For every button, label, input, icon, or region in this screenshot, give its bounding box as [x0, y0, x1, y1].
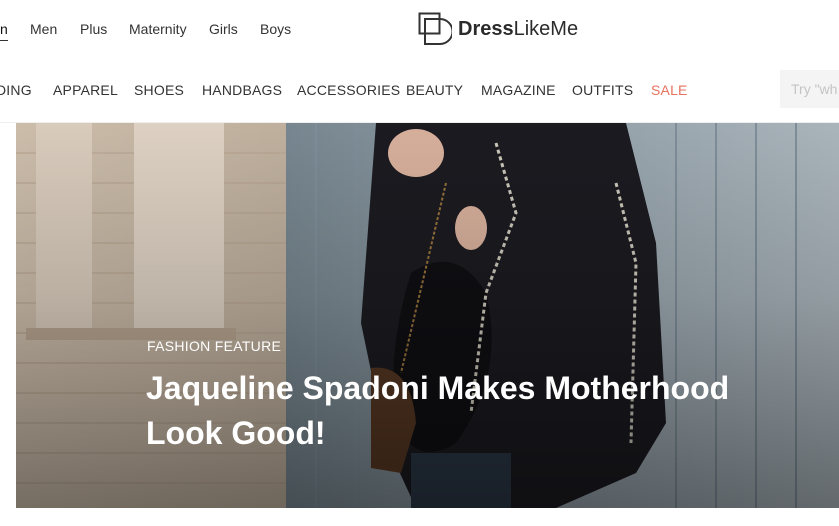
- category-beauty[interactable]: BEAUTY: [406, 82, 463, 98]
- segment-women[interactable]: n: [0, 21, 8, 37]
- hero-title[interactable]: Jaqueline Spadoni Makes Motherhood Look …: [146, 366, 806, 456]
- logo-mark-icon: [418, 12, 452, 45]
- category-trending[interactable]: DING: [0, 82, 32, 98]
- category-sale[interactable]: SALE: [651, 82, 688, 98]
- active-segment-underline: [0, 40, 8, 41]
- category-outfits[interactable]: OUTFITS: [572, 82, 633, 98]
- search-input[interactable]: [780, 70, 839, 108]
- segment-boys[interactable]: Boys: [260, 21, 291, 37]
- category-accessories[interactable]: ACCESSORIES: [297, 82, 400, 98]
- segment-plus[interactable]: Plus: [80, 21, 107, 37]
- search-box: [780, 70, 839, 108]
- hero-kicker: FASHION FEATURE: [147, 338, 282, 354]
- category-handbags[interactable]: HANDBAGS: [202, 82, 282, 98]
- logo-wordmark-bold: Dress: [458, 17, 514, 40]
- segment-girls[interactable]: Girls: [209, 21, 238, 37]
- category-apparel[interactable]: APPAREL: [53, 82, 118, 98]
- logo-wordmark: DressLikeMe: [458, 18, 578, 41]
- category-shoes[interactable]: SHOES: [134, 82, 184, 98]
- category-magazine[interactable]: MAGAZINE: [481, 82, 556, 98]
- segment-men[interactable]: Men: [30, 21, 57, 37]
- segment-maternity[interactable]: Maternity: [129, 21, 187, 37]
- hero-feature[interactable]: FASHION FEATURE Jaqueline Spadoni Makes …: [16, 123, 839, 508]
- logo-wordmark-light: LikeMe: [513, 17, 579, 40]
- site-logo[interactable]: DressLikeMe: [418, 12, 578, 46]
